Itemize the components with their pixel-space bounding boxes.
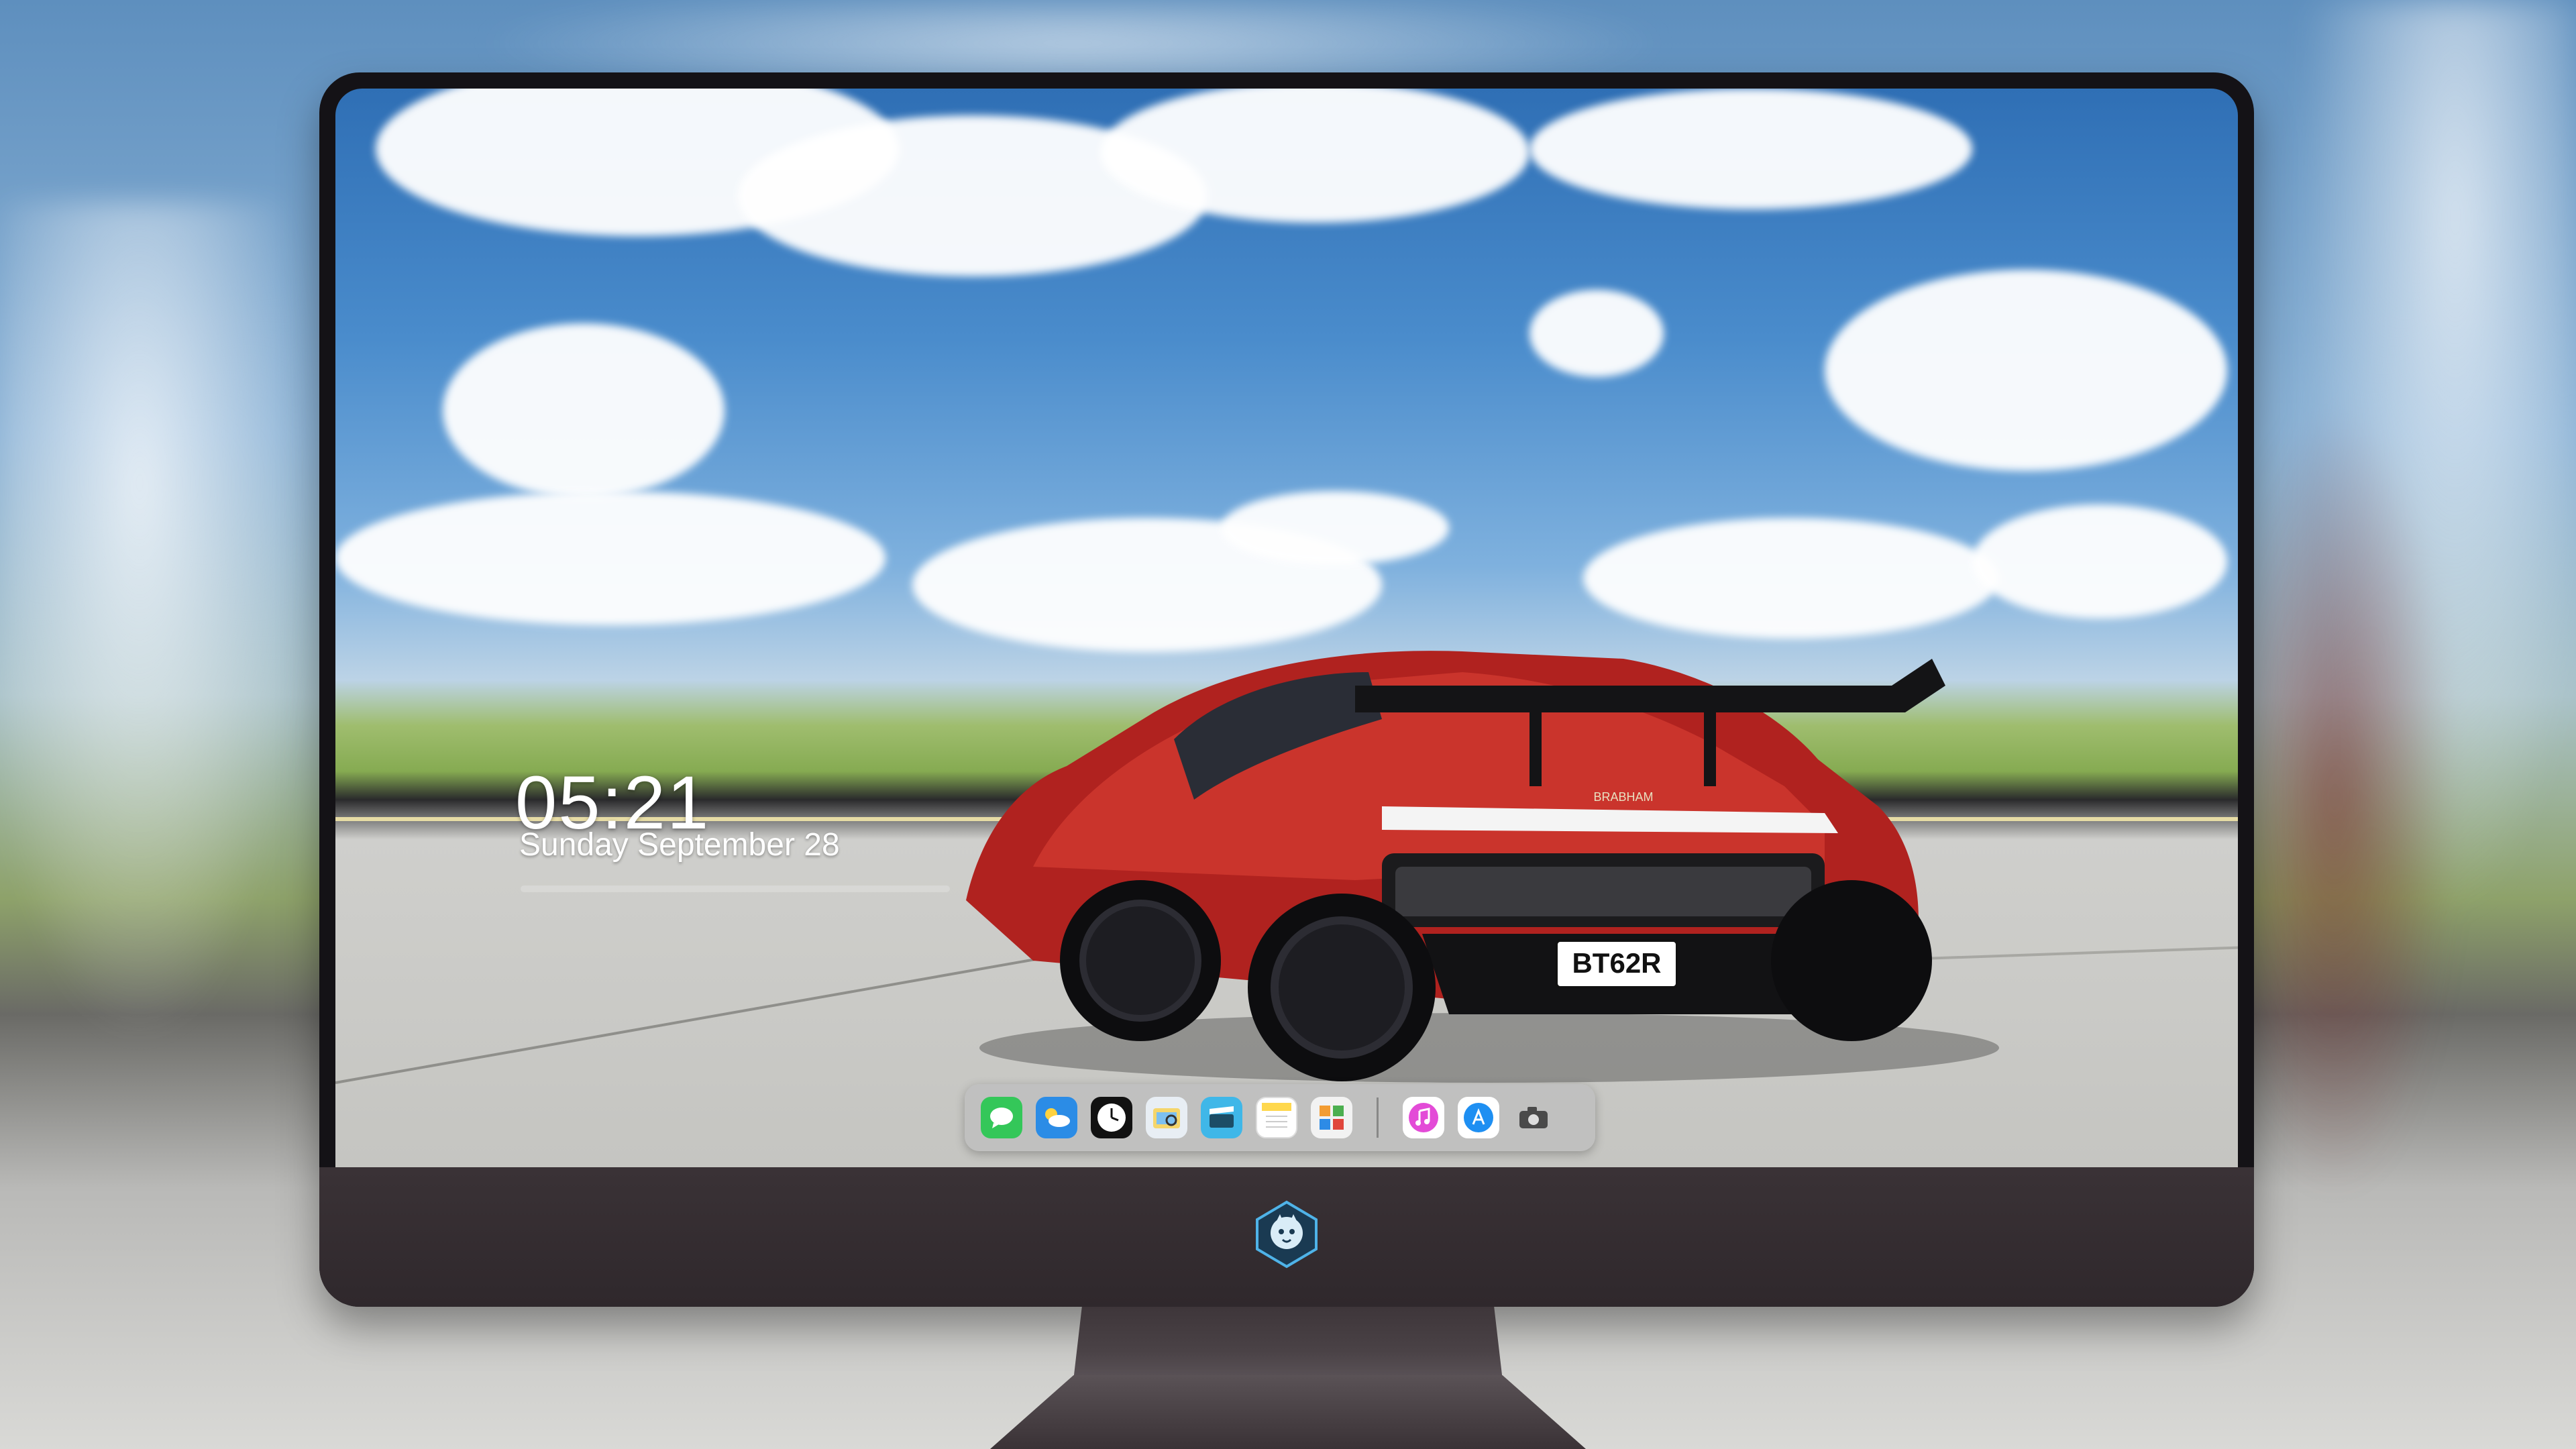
cloud <box>1100 89 1529 223</box>
app-store-icon[interactable] <box>1458 1097 1499 1138</box>
clock-icon[interactable] <box>1091 1097 1132 1138</box>
cloud <box>443 323 724 498</box>
monitor-stand-base <box>990 1375 1586 1449</box>
dock-separator <box>1377 1097 1379 1138</box>
monitor-frame: BT62R BRABHAM 05:21 Sunday September 28 <box>319 72 2254 1307</box>
cloud <box>335 491 885 625</box>
lock-screen-date: Sunday September 28 <box>519 827 840 863</box>
background-blur-left <box>0 201 349 1140</box>
license-plate: BT62R <box>1572 947 1661 979</box>
music-icon[interactable] <box>1403 1097 1444 1138</box>
red-hypercar-image: BT62R BRABHAM <box>966 651 1999 1083</box>
monitor-logo <box>1256 1200 1318 1269</box>
clips-icon[interactable] <box>1201 1097 1242 1138</box>
cloud <box>1972 504 2227 619</box>
notes-icon[interactable] <box>1256 1097 1297 1138</box>
monitor-stand-neck <box>1073 1307 1503 1381</box>
photos-icon[interactable] <box>1311 1097 1352 1138</box>
car-badge: BRABHAM <box>1593 790 1653 804</box>
preview-icon[interactable] <box>1146 1097 1187 1138</box>
cloud <box>1529 290 1664 377</box>
cloud <box>1825 270 2227 471</box>
messages-icon[interactable] <box>981 1097 1022 1138</box>
camera-icon[interactable] <box>1513 1097 1554 1138</box>
dock <box>965 1084 1595 1151</box>
desktop-screen: BT62R BRABHAM 05:21 Sunday September 28 <box>335 89 2238 1226</box>
cloud <box>1221 491 1449 565</box>
faint-caption-line <box>521 885 950 892</box>
weather-icon[interactable] <box>1036 1097 1077 1138</box>
cloud <box>1529 89 1972 209</box>
